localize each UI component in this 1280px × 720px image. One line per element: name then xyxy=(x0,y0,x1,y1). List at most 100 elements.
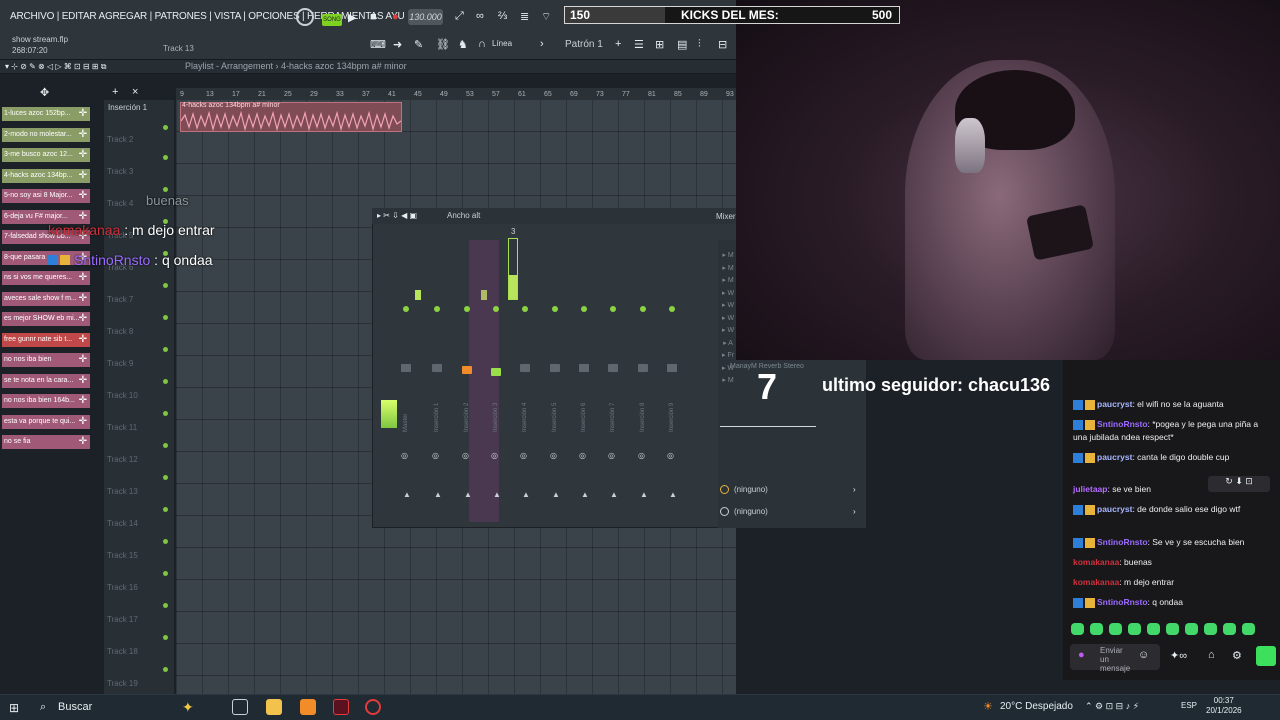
strip-volume-fader[interactable] xyxy=(401,364,411,372)
mixer-view-mode[interactable]: Ancho alt xyxy=(447,211,480,220)
emote-icon[interactable] xyxy=(1223,623,1236,635)
track-mute-indicator[interactable] xyxy=(163,571,168,576)
track-header[interactable]: Track 7 xyxy=(107,295,133,304)
settings-icon[interactable]: ⚙ xyxy=(1232,649,1242,662)
strip-send-icon[interactable]: ◎ xyxy=(667,451,674,460)
chat-username[interactable]: paucryst xyxy=(1097,504,1132,514)
wifi-icon[interactable]: ⌔ xyxy=(541,10,551,24)
move-icon[interactable]: ✛ xyxy=(79,271,87,285)
task-view-icon[interactable] xyxy=(232,699,248,715)
bits-icon[interactable]: ✦∞ xyxy=(1170,649,1187,662)
track-header[interactable]: Track 2 xyxy=(107,135,133,144)
song-mode-toggle[interactable]: SONG xyxy=(322,14,342,26)
track-header[interactable]: Track 10 xyxy=(107,391,138,400)
track-mute-indicator[interactable] xyxy=(163,315,168,320)
play-icon[interactable]: ▶ xyxy=(348,11,356,24)
wait-icon[interactable]: ⤢ xyxy=(455,10,464,23)
track-mute-indicator[interactable] xyxy=(163,475,168,480)
arrow-right-icon[interactable]: ➜ xyxy=(393,38,402,51)
move-icon[interactable]: ✥ xyxy=(40,86,49,99)
snap-mode-select[interactable]: Línea xyxy=(492,39,512,48)
track-header[interactable]: Track 11 xyxy=(107,423,137,432)
strip-volume-fader[interactable] xyxy=(520,364,530,372)
strip-volume-fader[interactable] xyxy=(579,364,589,372)
track-header[interactable]: Track 3 xyxy=(107,167,133,176)
track-mute-indicator[interactable] xyxy=(163,155,168,160)
piano-roll-icon[interactable]: ▤ xyxy=(677,38,687,51)
fx-slot-1-chevron-icon[interactable]: › xyxy=(853,485,856,494)
move-icon[interactable]: ✛ xyxy=(79,189,87,203)
add-track-icon[interactable]: + xyxy=(112,86,118,98)
strip-send-icon[interactable]: ◎ xyxy=(401,451,408,460)
emote-icon[interactable] xyxy=(1185,623,1198,635)
strip-route-icon[interactable]: ▲ xyxy=(403,490,411,499)
strip-route-icon[interactable]: ▲ xyxy=(640,490,648,499)
keyboard-icon[interactable]: ⌨ xyxy=(370,38,386,51)
strip-volume-fader[interactable] xyxy=(462,366,472,374)
fx-slot-2-chevron-icon[interactable]: › xyxy=(853,507,856,516)
track-header[interactable]: Track 9 xyxy=(107,359,133,368)
move-icon[interactable]: ✛ xyxy=(79,353,87,367)
browser-icon[interactable]: ⊟ xyxy=(718,38,727,51)
chat-username[interactable]: komakanaa xyxy=(1073,577,1119,587)
track-header[interactable]: Track 12 xyxy=(107,455,138,464)
track-header[interactable]: Track 8 xyxy=(107,327,133,336)
strip-send-icon[interactable]: ◎ xyxy=(520,451,527,460)
track-mute-indicator[interactable] xyxy=(163,187,168,192)
strip-pan-knob[interactable] xyxy=(522,306,528,312)
windows-start-icon[interactable]: ⊞ xyxy=(9,701,19,715)
fx-slot-1[interactable]: (ninguno) xyxy=(720,485,768,495)
track-mute-indicator[interactable] xyxy=(163,539,168,544)
strip-volume-fader[interactable] xyxy=(667,364,677,372)
file-explorer-icon[interactable] xyxy=(266,699,282,715)
mic-icon[interactable]: ● xyxy=(1078,649,1085,661)
chevron-right-icon[interactable]: › xyxy=(540,38,544,50)
channel-item[interactable]: no se fia ✛ xyxy=(2,435,90,449)
track-mute-indicator[interactable] xyxy=(163,125,168,130)
move-icon[interactable]: ✛ xyxy=(79,435,87,449)
move-icon[interactable]: ✛ xyxy=(79,128,87,142)
channel-item[interactable]: se te nota en la cara... ✛ xyxy=(2,373,90,388)
strip-volume-fader[interactable] xyxy=(432,364,442,372)
move-icon[interactable]: ✛ xyxy=(79,333,87,347)
strip-volume-fader[interactable] xyxy=(550,364,560,372)
strip-volume-fader[interactable] xyxy=(638,364,648,372)
move-icon[interactable]: ✛ xyxy=(79,415,87,429)
emoji-icon[interactable]: ☺ xyxy=(1138,649,1149,661)
track-mute-indicator[interactable] xyxy=(163,411,168,416)
close-icon[interactable]: × xyxy=(132,86,138,98)
stop-icon[interactable]: ■ xyxy=(370,11,377,23)
taskbar-clock[interactable]: 00:37 20/1/2026 xyxy=(1206,696,1242,716)
strip-send-icon[interactable]: ◎ xyxy=(491,451,498,460)
track-header[interactable]: Track 13 xyxy=(107,487,138,496)
strip-pan-knob[interactable] xyxy=(403,306,409,312)
channel-item[interactable]: 2-modo no molestar... ✛ xyxy=(2,127,90,142)
strip-pan-knob[interactable] xyxy=(552,306,558,312)
emote-icon[interactable] xyxy=(1128,623,1141,635)
track-header[interactable]: Track 14 xyxy=(107,519,138,528)
strip-volume-fader[interactable] xyxy=(608,364,618,372)
sparkle-icon[interactable]: ✦ xyxy=(182,699,194,716)
strip-send-icon[interactable]: ◎ xyxy=(550,451,557,460)
mixer-menu-icons[interactable]: ▸ ✂ ⇩ ◀ ▣ xyxy=(377,211,417,220)
strip-send-icon[interactable]: ◎ xyxy=(608,451,615,460)
pencil-icon[interactable]: ✎ xyxy=(414,38,423,51)
move-icon[interactable]: ✛ xyxy=(79,394,87,408)
strip-send-icon[interactable]: ◎ xyxy=(462,451,469,460)
strip-pan-knob[interactable] xyxy=(493,306,499,312)
record-icon[interactable]: ● xyxy=(392,11,399,23)
chat-username[interactable]: paucryst xyxy=(1097,452,1132,462)
pattern-icon[interactable]: ≣ xyxy=(520,10,529,23)
track-mute-indicator[interactable] xyxy=(163,283,168,288)
track-mute-indicator[interactable] xyxy=(163,507,168,512)
chat-username[interactable]: SntinoRnsto xyxy=(1097,597,1148,607)
strip-pan-knob[interactable] xyxy=(640,306,646,312)
track-mute-indicator[interactable] xyxy=(163,603,168,608)
strip-route-icon[interactable]: ▲ xyxy=(581,490,589,499)
strip-send-icon[interactable]: ◎ xyxy=(638,451,645,460)
taskbar-language[interactable]: ESP xyxy=(1181,701,1197,710)
move-icon[interactable]: ✛ xyxy=(79,374,87,388)
emote-icon[interactable] xyxy=(1147,623,1160,635)
channel-item[interactable]: 4-hacks azoc 134bp... ✛ xyxy=(2,168,90,183)
track-header[interactable]: Track 18 xyxy=(107,647,138,656)
